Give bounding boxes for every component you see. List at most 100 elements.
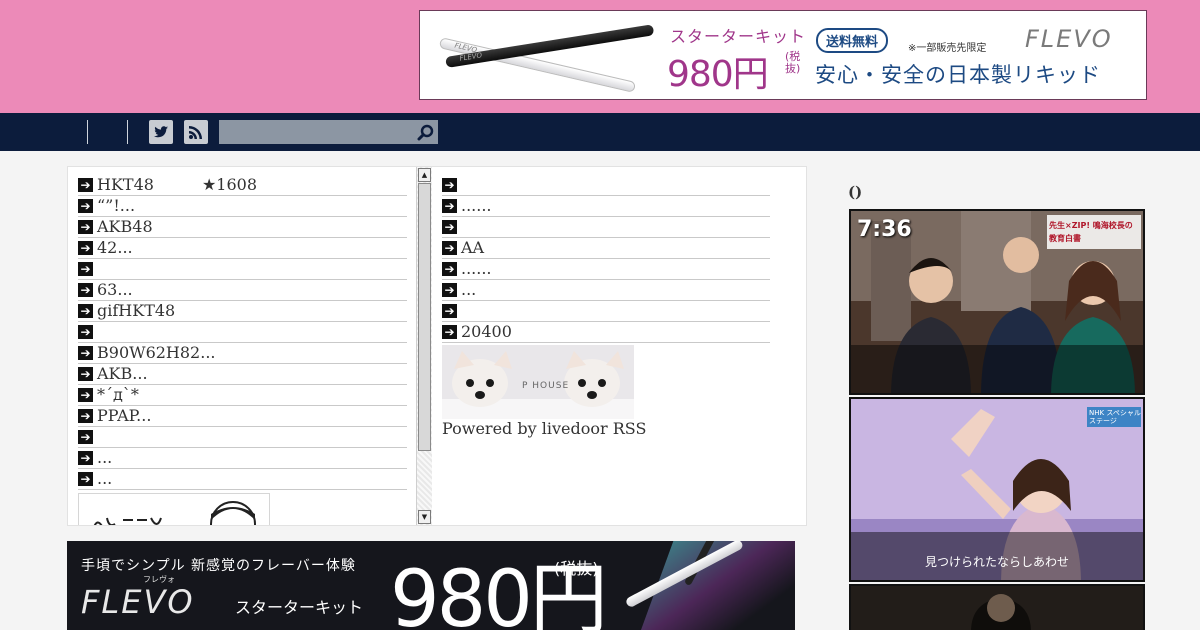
feed-row-title: B90W62H82... <box>97 343 216 362</box>
feed-row-title: AKB48 <box>97 217 153 236</box>
feed-row[interactable]: ➔ “”!... <box>78 196 407 217</box>
rss-icon[interactable] <box>184 120 208 144</box>
site-header: FLEVO FLEVO スターターキット 980円 (税抜) 送料無料 ※一部販… <box>0 0 1200 113</box>
feed-row[interactable]: ➔...... <box>442 259 770 280</box>
arrow-icon: ➔ <box>78 325 93 339</box>
ad-tax-note: (税抜) <box>785 50 801 75</box>
feed-row[interactable]: ➔ HKT48 ★1608 <box>78 175 407 196</box>
scroll-thumb[interactable] <box>418 183 431 451</box>
arrow-icon: ➔ <box>78 304 93 318</box>
scroll-down-arrow-icon[interactable]: ▼ <box>418 510 431 524</box>
feed-row[interactable]: ➔ AKB48 <box>78 217 407 238</box>
feed-row[interactable]: ➔ <box>78 322 407 343</box>
thumbnail-caption <box>851 586 1143 630</box>
feed-row-title: 63... <box>97 280 133 299</box>
feed-row[interactable]: ➔ B90W62H82... <box>78 343 407 364</box>
feed-list-right: ➔ ➔...... ➔ ➔ AA ➔...... ➔... ➔ ➔ 20400 <box>442 175 770 343</box>
feed-scrollbar[interactable]: ▲ ▼ <box>416 167 432 525</box>
thumbnail-caption <box>851 345 1143 393</box>
arrow-icon: ➔ <box>78 472 93 486</box>
arrow-icon: ➔ <box>442 220 457 234</box>
feed-row[interactable]: ➔... <box>442 280 770 301</box>
top-banner-ad[interactable]: FLEVO FLEVO スターターキット 980円 (税抜) 送料無料 ※一部販… <box>419 10 1147 100</box>
arrow-icon: ➔ <box>442 325 457 339</box>
ad-slogan: 安心・安全の日本製リキッド <box>815 63 1101 87</box>
feed-row-title: ... <box>97 448 113 467</box>
feed-row-title: PPAP... <box>97 406 152 425</box>
feed-row-extra: ★1608 <box>201 175 257 194</box>
arrow-icon: ➔ <box>78 283 93 297</box>
ad-product-name: スターターキット <box>235 598 364 617</box>
nav-bar <box>0 113 1200 151</box>
arrow-icon: ➔ <box>442 283 457 297</box>
nav-divider <box>127 120 128 144</box>
feed-row-title: AA <box>461 238 485 257</box>
dog-banner-image[interactable]: P HOUSE <box>442 345 634 419</box>
feed-row[interactable]: ➔ <box>442 175 770 196</box>
feed-row-title: ...... <box>461 259 492 278</box>
arrow-icon: ➔ <box>78 367 93 381</box>
feed-row-title: 42... <box>97 238 133 257</box>
feed-row-title: *´д`* <box>97 385 139 404</box>
feed-row[interactable]: ➔ 20400 <box>442 322 770 343</box>
ad-tax-note: (税抜) <box>554 559 599 578</box>
arrow-icon: ➔ <box>78 220 93 234</box>
antenna-feed-panel: ➔ HKT48 ★1608 ➔ “”!... ➔ AKB48 ➔ 42... ➔ ➔ 63.… <box>67 166 807 526</box>
feed-row[interactable]: ➔ <box>78 259 407 280</box>
feed-list-left: ➔ HKT48 ★1608 ➔ “”!... ➔ AKB48 ➔ 42... ➔ ➔ 63.… <box>78 175 407 490</box>
video-thumbnail[interactable] <box>849 584 1145 630</box>
arrow-icon: ➔ <box>442 304 457 318</box>
arrow-icon: ➔ <box>78 241 93 255</box>
feed-row[interactable]: ➔ <box>442 301 770 322</box>
twitter-icon[interactable] <box>149 120 173 144</box>
feed-row[interactable]: ➔ 63... <box>78 280 407 301</box>
feed-row[interactable]: ➔... <box>78 448 407 469</box>
arrow-icon: ➔ <box>78 388 93 402</box>
nav-divider <box>87 120 88 144</box>
powered-by-text: Powered by livedoor RSS <box>442 419 647 438</box>
arrow-icon: ➔ <box>78 346 93 360</box>
feed-row-title: HKT48 <box>97 175 154 194</box>
feed-row[interactable]: ➔ PPAP... <box>78 406 407 427</box>
arrow-icon: ➔ <box>78 409 93 423</box>
arrow-icon: ➔ <box>442 199 457 213</box>
feed-row[interactable]: ➔ gifHKT48 <box>78 301 407 322</box>
feed-row[interactable]: ➔...... <box>442 196 770 217</box>
arrow-icon: ➔ <box>78 178 93 192</box>
feed-row-title: 20400 <box>461 322 512 341</box>
feed-row[interactable]: ➔... <box>78 469 407 490</box>
feed-row-title: ... <box>97 469 113 488</box>
search-icon[interactable] <box>414 120 438 144</box>
feed-row[interactable]: ➔ *´д`* <box>78 385 407 406</box>
feed-row[interactable]: ➔ AA <box>442 238 770 259</box>
arrow-icon: ➔ <box>78 262 93 276</box>
bottom-banner-ad[interactable]: 手頃でシンプル 新感覚のフレーバー体験 フレヴォ FLEVO スターターキット … <box>67 541 795 630</box>
dog-banner-text: P HOUSE <box>522 381 570 391</box>
feed-row-title: ... <box>461 280 477 299</box>
arrow-icon: ➔ <box>78 199 93 213</box>
feed-row[interactable]: ➔ <box>78 427 407 448</box>
ad-brand-logo: FLEVO <box>1025 25 1113 53</box>
feed-row-title: gifHKT48 <box>97 301 176 320</box>
ad-brand-logo: FLEVO <box>81 583 195 621</box>
arrow-icon: ➔ <box>78 451 93 465</box>
feed-row[interactable]: ➔ <box>442 217 770 238</box>
arrow-icon: ➔ <box>442 241 457 255</box>
sidebar-title: () <box>848 183 863 201</box>
video-thumbnail[interactable]: NHK スペシャルステージ 見つけられたならしあわせ <box>849 397 1145 582</box>
ad-tagline: 手頃でシンプル 新感覚のフレーバー体験 <box>81 558 356 574</box>
search-input[interactable] <box>219 120 438 144</box>
scroll-up-arrow-icon[interactable]: ▲ <box>418 168 431 182</box>
ad-free-shipping-badge: 送料無料 <box>816 28 889 53</box>
character-banner-image[interactable] <box>78 493 270 525</box>
feed-row-title: “”!... <box>97 196 136 215</box>
ad-product-name: スターターキット <box>670 27 807 46</box>
feed-row[interactable]: ➔ 42... <box>78 238 407 259</box>
video-thumbnail[interactable]: 7:36 先生×ZIP! 鳴海校長の教育白書 <box>849 209 1145 395</box>
arrow-icon: ➔ <box>442 262 457 276</box>
tv-headline: 先生×ZIP! 鳴海校長の教育白書 <box>1049 221 1133 243</box>
feed-row[interactable]: ➔ AKB... <box>78 364 407 385</box>
arrow-icon: ➔ <box>78 430 93 444</box>
tv-headline: NHK スペシャルステージ <box>1089 409 1141 425</box>
feed-row-title: AKB... <box>97 364 148 383</box>
